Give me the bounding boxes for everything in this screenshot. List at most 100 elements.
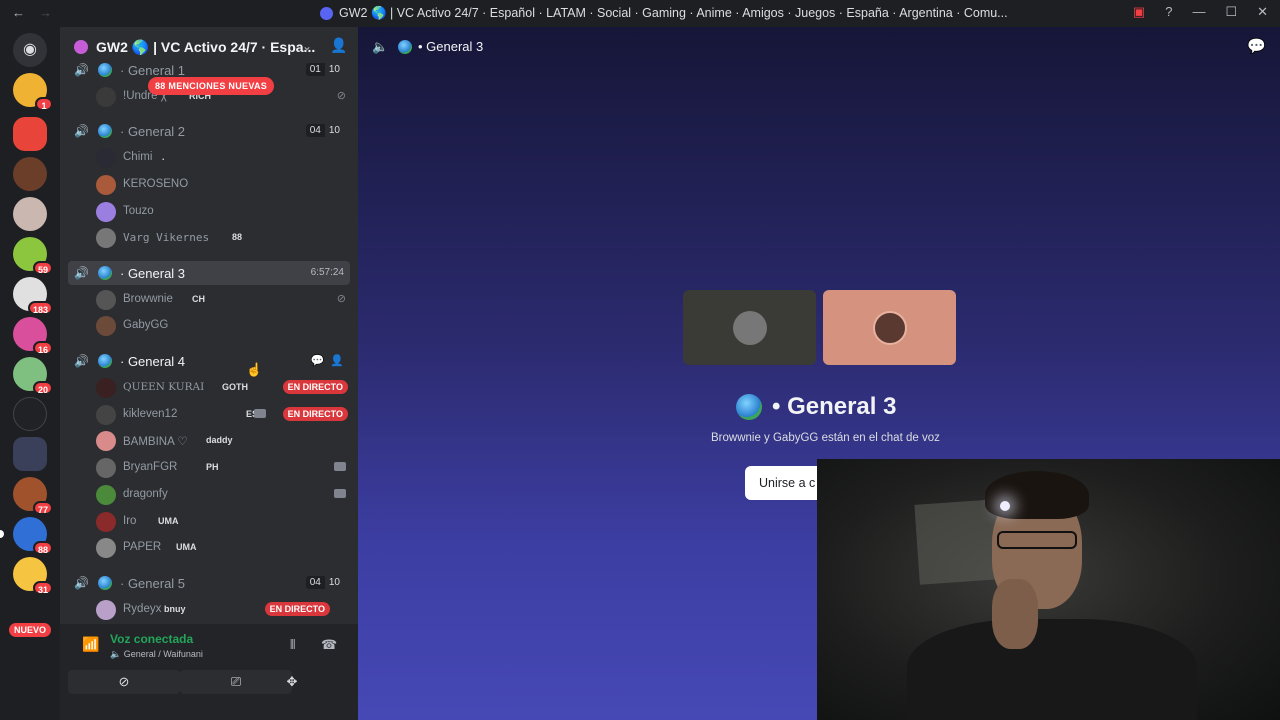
voice-user[interactable]: Touzo (96, 201, 348, 223)
camera-icon (334, 462, 346, 471)
voice-user[interactable]: BryanFGR PH (96, 457, 348, 479)
title-bar: ← → GW2 🌎 | VC Activo 24/7 · Español · L… (0, 0, 1280, 27)
user-count: 04 10 (305, 576, 344, 589)
voice-user[interactable]: KEROSENO (96, 174, 348, 196)
server-icon[interactable] (13, 157, 47, 191)
user-name: GabyGG (123, 319, 169, 331)
voice-channel[interactable]: 🔊 · General 2 04 10 (68, 119, 350, 143)
voice-user[interactable]: BAMBINA ♡ daddy (96, 430, 348, 452)
user-tag: PH (206, 462, 219, 472)
avatar (96, 431, 116, 451)
window-title: GW2 🌎 | VC Activo 24/7 · Español · LATAM… (320, 6, 1008, 21)
signal-icon[interactable]: 📶 (82, 636, 99, 653)
call-timer: 6:57:24 (310, 267, 344, 278)
participant-tile[interactable] (823, 290, 956, 365)
avatar (96, 600, 116, 620)
chevron-down-icon[interactable]: ⌄ (302, 39, 312, 53)
person-hair (985, 471, 1089, 519)
voice-user[interactable]: Iro UMA (96, 511, 348, 533)
disconnect-icon[interactable]: ☎ (321, 637, 337, 653)
server-icon[interactable] (13, 197, 47, 231)
server-icon[interactable]: 31 (13, 557, 53, 595)
new-servers-pill[interactable]: NUEVO (9, 623, 52, 637)
server-icon[interactable] (13, 437, 47, 471)
count-current: 04 (305, 124, 325, 137)
voice-user[interactable]: Chimi . (96, 147, 348, 169)
user-name: QUEEN KURAI (123, 381, 205, 393)
deafened-icon: ⊘ (336, 293, 346, 305)
channel-name: · General 5 (120, 576, 186, 591)
home-button[interactable]: ◉ (13, 33, 47, 67)
server-icon[interactable]: 20 (13, 357, 53, 395)
server-icon[interactable] (13, 397, 47, 431)
back-arrow-icon[interactable]: ← (12, 5, 25, 20)
invite-icon[interactable]: 👤 (330, 37, 347, 54)
voice-connected-label[interactable]: Voz conectada (110, 632, 193, 646)
user-tag: UMA (158, 516, 179, 526)
participants-summary: Browwnie y GabyGG están en el chat de vo… (711, 432, 940, 444)
server-badge: 31 (32, 581, 53, 595)
voice-user[interactable]: PAPER UMA (96, 537, 348, 559)
speaker-icon: 🔊 (74, 124, 89, 138)
server-icon[interactable]: 183 (13, 277, 53, 315)
globe-icon (398, 40, 412, 54)
server-icon[interactable]: 16 (13, 317, 53, 355)
voice-channel-path[interactable]: 🔈 General / Waifunani (110, 649, 203, 660)
globe-icon (736, 394, 762, 420)
live-badge: EN DIRECTO (264, 602, 330, 616)
close-icon[interactable]: ✕ (1257, 4, 1268, 20)
user-tag: 88 (232, 232, 243, 242)
globe-icon (98, 266, 112, 280)
camera-toggle-button[interactable]: ⊘ (68, 670, 180, 694)
minimize-icon[interactable]: — (1192, 4, 1205, 20)
voice-user[interactable]: Rydeyx bnuy EN DIRECTO (96, 599, 348, 621)
voice-user[interactable]: Varg Vikernes 88 (96, 227, 348, 249)
forward-arrow-icon[interactable]: → (39, 5, 52, 20)
speaker-icon: 🔈 (372, 39, 389, 54)
channel-name: · General 3 (120, 266, 186, 281)
server-badge: 16 (32, 341, 53, 355)
user-count: 01 10 (305, 63, 344, 76)
activities-button[interactable]: ✥ (236, 670, 348, 694)
count-limit: 10 (324, 124, 344, 137)
channel-actions: 💬 👤 (311, 354, 344, 367)
voice-channel-active[interactable]: 🔊 · General 3 6:57:24 (68, 261, 350, 285)
server-badge: 59 (32, 261, 53, 275)
participant-tile[interactable] (683, 290, 816, 365)
noise-suppression-icon[interactable]: ⫴ (290, 637, 295, 653)
invite-icon[interactable]: 👤 (330, 354, 344, 367)
voice-user[interactable]: kikleven12 ESP EN DIRECTO (96, 404, 348, 426)
new-mentions-pill[interactable]: 88 MENCIONES NUEVAS (148, 77, 275, 95)
chat-bubble-icon[interactable]: 💬 (311, 354, 325, 367)
server-icon-gw2[interactable]: 88 (0, 517, 53, 555)
server-icon[interactable]: 59 (13, 237, 53, 275)
person-hand (992, 579, 1038, 649)
voice-user[interactable]: GabyGG (96, 315, 348, 337)
avatar (96, 378, 116, 398)
channel-header: 🔈 • General 3 💬 (358, 27, 1280, 67)
server-icon[interactable]: 77 (13, 477, 53, 515)
server-icon[interactable]: 1 (13, 73, 53, 111)
user-name: BryanFGR (123, 461, 178, 473)
voice-channel[interactable]: 🔊 · General 4 💬 👤 (68, 349, 350, 373)
avatar (732, 310, 767, 345)
voice-channel[interactable]: 🔊 · General 5 04 10 (68, 571, 350, 595)
help-icon[interactable]: ? (1165, 4, 1172, 20)
maximize-icon[interactable]: ☐ (1225, 4, 1237, 20)
inbox-icon[interactable]: ▣ (1133, 4, 1145, 20)
speaker-icon: 🔊 (74, 266, 89, 280)
user-tag: bnuy (164, 604, 186, 614)
voice-user[interactable]: Browwnie CH ⊘ (96, 289, 348, 311)
channel-name: · General 2 (120, 124, 186, 139)
chat-bubble-icon[interactable]: 💬 (1247, 37, 1266, 55)
user-tag: . (162, 152, 165, 162)
voice-user[interactable]: dragonfy (96, 484, 348, 506)
server-icon[interactable] (13, 117, 47, 151)
voice-channel-path-text: General / Waifunani (123, 649, 203, 659)
guild-boost-icon (74, 40, 88, 54)
voice-user[interactable]: QUEEN KURAI GOTH EN DIRECTO (96, 377, 348, 399)
user-name: Varg Vikernes (123, 231, 210, 244)
user-tag: GOTH (222, 382, 248, 392)
channel-name: · General 1 (120, 63, 186, 78)
count-current: 04 (305, 576, 325, 589)
